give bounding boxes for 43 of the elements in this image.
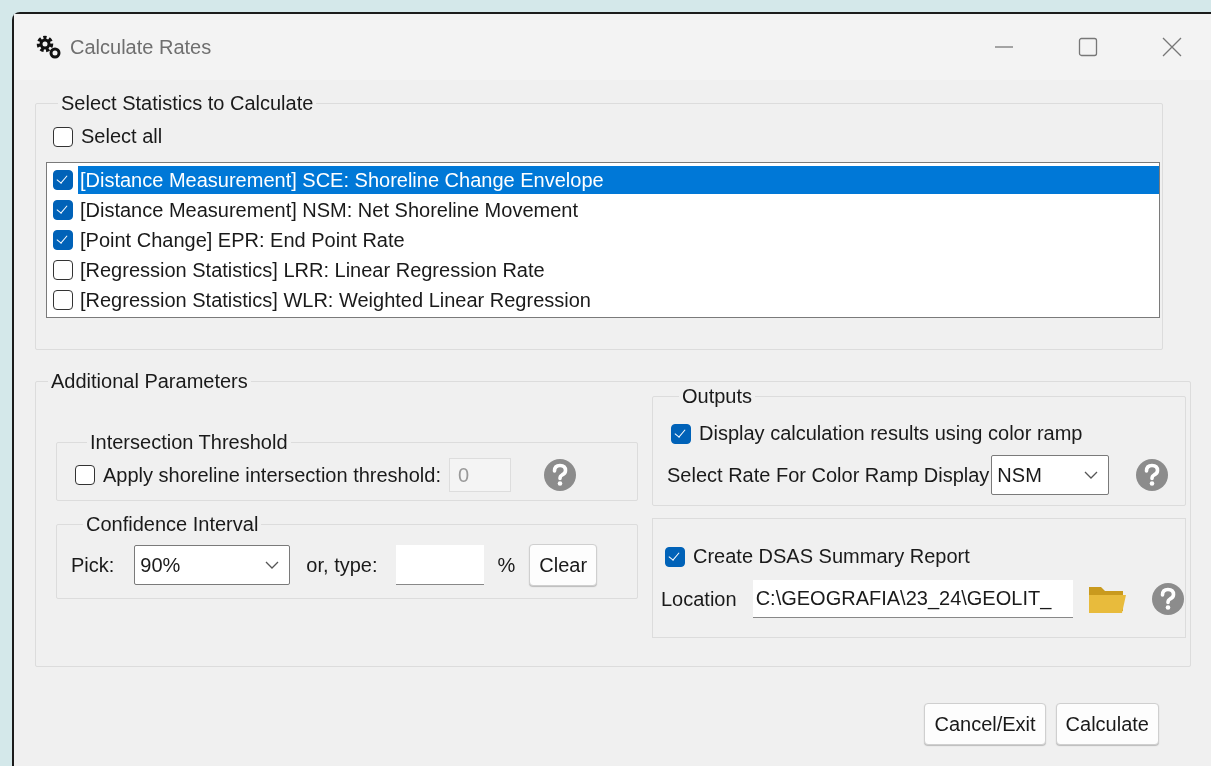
maximize-icon[interactable] xyxy=(1078,37,1098,57)
checkbox[interactable] xyxy=(53,200,73,220)
unit-label: % xyxy=(497,553,516,577)
checkbox-label: Create DSAS Summary Report xyxy=(693,545,970,568)
list-item[interactable]: [Regression Statistics] WLR: Weighted Linear Regression xyxy=(78,286,1159,314)
dialog-button[interactable]: Calculate xyxy=(1055,703,1159,745)
list-item[interactable]: [Distance Measurement] SCE: Shoreline Change Envelope xyxy=(78,166,1159,194)
help-icon[interactable] xyxy=(542,458,577,492)
checkbox-label: Apply shoreline intersection threshold: xyxy=(103,463,441,487)
checkbox-label: Display calculation results using color ramp xyxy=(699,422,1083,445)
help-icon[interactable] xyxy=(1150,582,1185,616)
group-title: Additional Parameters xyxy=(50,370,249,393)
location-field[interactable]: C:\GEOGRAFIA\23_24\GEOLIT_ xyxy=(752,580,1073,618)
checkbox[interactable] xyxy=(53,170,73,190)
rate-label: Select Rate For Color Ramp Display xyxy=(667,463,990,487)
location-label: Location xyxy=(661,587,737,611)
group-title: Outputs xyxy=(681,385,754,408)
checkbox[interactable] xyxy=(53,230,73,250)
list-item[interactable]: [Distance Measurement] NSM: Net Shoreline Movement xyxy=(78,196,1159,224)
window-title: Calculate Rates xyxy=(70,35,213,59)
clear-button[interactable]: Clear xyxy=(529,544,598,586)
dialog-button[interactable]: Cancel/Exit xyxy=(924,703,1046,745)
type-label: or, type: xyxy=(306,553,378,577)
close-icon[interactable] xyxy=(1162,37,1182,57)
checkbox[interactable] xyxy=(53,126,73,147)
checkbox[interactable] xyxy=(665,546,685,567)
help-icon[interactable] xyxy=(1135,458,1170,492)
list-item[interactable]: [Point Change] EPR: End Point Rate xyxy=(78,226,1159,254)
list-item[interactable]: [Regression Statistics] LRR: Linear Regression Rate xyxy=(78,256,1159,284)
group-title: Confidence Interval xyxy=(85,513,260,536)
confidence-dropdown[interactable]: 90% xyxy=(134,545,291,585)
chevron-icon xyxy=(1084,471,1099,479)
checkbox[interactable] xyxy=(53,290,73,310)
rate-dropdown[interactable]: NSM xyxy=(991,455,1110,495)
group-title: Select Statistics to Calculate xyxy=(60,92,315,115)
group-title: Intersection Threshold xyxy=(89,431,289,454)
confidence-field[interactable] xyxy=(395,545,484,585)
chevron-icon xyxy=(265,561,280,569)
checkbox[interactable] xyxy=(53,260,73,280)
gears-icon xyxy=(36,35,62,59)
checkbox-label: Select all xyxy=(81,125,163,148)
checkbox[interactable] xyxy=(671,423,691,444)
pick-label: Pick: xyxy=(71,553,115,577)
